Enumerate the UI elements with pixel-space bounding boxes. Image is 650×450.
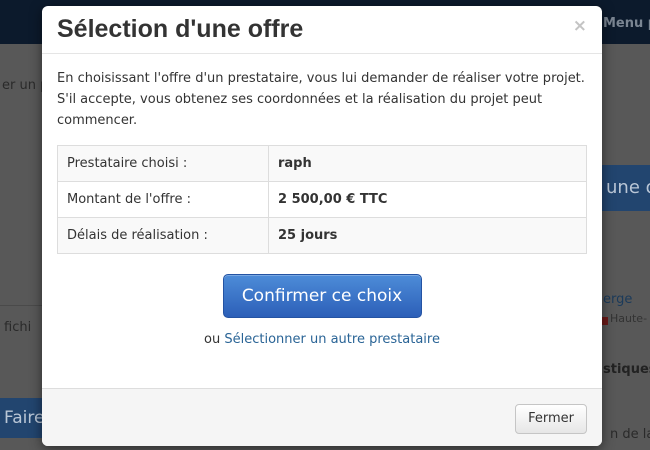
background-divider [0,305,42,306]
row-label: Montant de l'offre : [57,181,269,218]
offer-selection-modal: Sélection d'une offre × En choisissant l… [42,6,602,446]
row-value: raph [268,145,587,182]
confirm-wrapper: Confirmer ce choix [57,274,587,318]
offer-summary-table: Prestataire choisi : raph Montant de l'o… [57,145,587,254]
background-text: fichi [4,320,32,335]
alternative-prefix: ou [204,332,221,347]
select-other-provider-link[interactable]: Sélectionner un autre prestataire [224,332,440,347]
row-value: 25 jours [268,217,587,254]
modal-header: Sélection d'une offre × [42,6,602,54]
background-menu-label: Menu pr [603,16,650,31]
background-cta-button: une o [600,165,650,211]
modal-title: Sélection d'une offre [57,15,304,43]
modal-footer: Fermer [42,388,602,446]
table-row: Montant de l'offre : 2 500,00 € TTC [57,181,587,218]
background-link: erge [603,292,633,307]
background-heading: stiques [603,362,650,377]
modal-body: En choisissant l'offre d'un prestataire,… [57,68,587,347]
table-row: Prestataire choisi : raph [57,145,587,182]
background-faire-button: Faire [0,398,44,438]
row-label: Délais de réalisation : [57,217,269,254]
intro-text: En choisissant l'offre d'un prestataire,… [57,71,585,128]
confirm-choice-button[interactable]: Confirmer ce choix [222,274,422,318]
background-location: Haute- [610,312,648,325]
row-value: 2 500,00 € TTC [268,181,587,218]
close-button[interactable]: Fermer [515,404,587,434]
close-icon[interactable]: × [573,18,587,35]
alternative-line: ou Sélectionner un autre prestataire [57,332,587,347]
row-label: Prestataire choisi : [57,145,269,182]
table-row: Délais de réalisation : 25 jours [57,217,587,254]
background-text: n de la [610,427,650,442]
